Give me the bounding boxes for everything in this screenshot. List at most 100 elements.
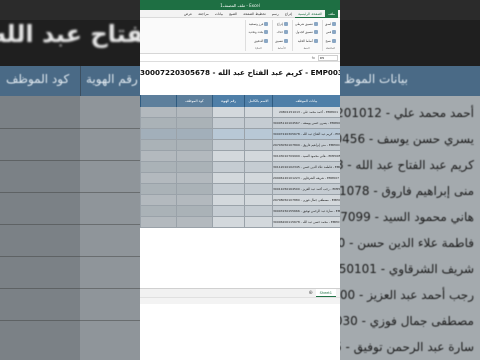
table-cell[interactable] [140, 206, 176, 216]
header-employee-code[interactable]: كود الموظف [176, 95, 212, 107]
tab-review[interactable]: مراجعة [195, 10, 212, 18]
table-cell[interactable] [244, 195, 272, 205]
background-right: بيانات الموظ أحمد محمد علي - 3051201012 … [340, 0, 480, 360]
table-cell[interactable] [244, 140, 272, 150]
table-cell[interactable]: شريف الشرقاوي - 29906120101223 - EMP007 [272, 173, 340, 183]
table-cell[interactable] [176, 140, 212, 150]
cut-button[interactable]: قص [325, 29, 336, 35]
add-sheet-icon[interactable]: ⊕ [308, 290, 312, 296]
table-cell[interactable]: رجب أحمد عبد العزيز - 30011050164500 - E… [272, 184, 340, 194]
tab-home[interactable]: الصفحة الرئيسية [295, 10, 326, 18]
table-cell[interactable]: أحمد محمد علي - 29801151013 - EMP001 [272, 107, 340, 117]
fx-icon[interactable]: fx [309, 56, 318, 60]
table-row[interactable]: رجب أحمد عبد العزيز - 30011050164500 - E… [140, 184, 340, 195]
insert-cells-button[interactable]: إدراج [275, 21, 289, 27]
table-cell[interactable] [244, 173, 272, 183]
cell-styles-button[interactable]: أنماط الخلية [295, 38, 318, 44]
table-row[interactable]: منى إبراهيم فاروق - 29703050107899 - EMP… [140, 140, 340, 151]
table-row[interactable]: فاطمة علاء الدين حسن - 30112010102345 - … [140, 162, 340, 173]
sort-filter-button[interactable]: فرز وتصفية [248, 21, 269, 27]
table-row[interactable]: يسري حسن يوسف - 30005110104567 - EMP002 [140, 118, 340, 129]
table-cell[interactable] [244, 162, 272, 172]
table-cell[interactable] [244, 184, 272, 194]
table-cell[interactable] [176, 151, 212, 161]
table-row[interactable]: شريف الشرقاوي - 29906120101223 - EMP007 [140, 173, 340, 184]
tab-formulas[interactable]: الصيغ [226, 10, 240, 18]
table-cell[interactable] [176, 195, 212, 205]
sheet-title-cell[interactable]: كريم عبد الفتاح عبد الله - 3000722030567… [140, 68, 340, 77]
table-row[interactable]: سارة عبد الرحمن توفيق - 30003150155666 -… [140, 206, 340, 217]
tab-insert[interactable]: إدراج [282, 10, 295, 18]
table-cell[interactable] [140, 195, 176, 205]
table-cell[interactable] [176, 107, 212, 117]
table-cell[interactable] [140, 118, 176, 128]
table-cell[interactable]: منى إبراهيم فاروق - 29703050107899 - EMP… [272, 140, 340, 150]
name-box[interactable]: D5 [318, 54, 338, 61]
table-cell[interactable]: كريم عبد الفتاح عبد الله - 3000722030567… [272, 129, 340, 139]
table-cell[interactable] [140, 217, 176, 227]
table-cell[interactable]: فاطمة علاء الدين حسن - 30112010102345 - … [272, 162, 340, 172]
table-cell[interactable] [176, 206, 212, 216]
table-cell[interactable] [140, 184, 176, 194]
header-empty[interactable] [140, 95, 176, 107]
table-row[interactable]: هاني محمود السيد - 30103010709999 - EMP0… [140, 151, 340, 162]
table-cell[interactable] [140, 107, 176, 117]
table-cell[interactable] [244, 118, 272, 128]
sheet-tab-sheet1[interactable]: Sheet1 [315, 289, 336, 297]
tab-data[interactable]: بيانات [212, 10, 226, 18]
table-cell[interactable] [176, 184, 212, 194]
background-ribbon [340, 0, 480, 20]
format-cells-button[interactable]: تنسيق [275, 38, 289, 44]
table-cell[interactable] [176, 217, 212, 227]
table-cell[interactable] [212, 217, 244, 227]
header-full-name[interactable]: الاسم بالكامل [244, 95, 272, 107]
table-row[interactable]: أحمد محمد علي - 29801151013 - EMP001 [140, 107, 340, 118]
table-cell[interactable] [212, 129, 244, 139]
table-row-selected[interactable]: كريم عبد الفتاح عبد الله - 3000722030567… [140, 129, 340, 140]
table-cell[interactable] [212, 162, 244, 172]
table-cell[interactable] [140, 173, 176, 183]
table-cell[interactable] [212, 118, 244, 128]
header-national-id[interactable]: رقم الهوية [212, 95, 244, 107]
table-cell[interactable] [176, 129, 212, 139]
table-cell[interactable] [212, 107, 244, 117]
table-cell[interactable] [244, 129, 272, 139]
table-cell[interactable] [244, 151, 272, 161]
table-cell[interactable] [212, 151, 244, 161]
table-cell[interactable] [140, 151, 176, 161]
table-cell[interactable] [212, 173, 244, 183]
table-cell[interactable] [212, 206, 244, 216]
find-select-button[interactable]: بحث وتحديد [248, 29, 269, 35]
table-cell[interactable] [140, 129, 176, 139]
tab-view[interactable]: عرض [181, 10, 195, 18]
table-cell[interactable]: سارة عبد الرحمن توفيق - 30003150155666 -… [272, 206, 340, 216]
table-row[interactable]: محمد حسن عبد الله - 30006200115678 - EMP… [140, 217, 340, 228]
table-cell[interactable] [140, 162, 176, 172]
analyze-button[interactable]: التدقيق [248, 38, 269, 44]
table-cell[interactable] [244, 217, 272, 227]
tab-draw[interactable]: رسم [269, 10, 282, 18]
table-cell[interactable] [212, 195, 244, 205]
table-cell[interactable]: محمد حسن عبد الله - 30006200115678 - EMP… [272, 217, 340, 227]
delete-cells-button[interactable]: حذف [275, 29, 289, 35]
table-cell[interactable]: يسري حسن يوسف - 30005110104567 - EMP002 [272, 118, 340, 128]
table-cell[interactable]: هاني محمود السيد - 30103010709999 - EMP0… [272, 151, 340, 161]
format-as-table-button[interactable]: تنسيق كجدول [295, 29, 318, 35]
table-cell[interactable] [244, 206, 272, 216]
table-cell[interactable] [140, 140, 176, 150]
analyze-label: التدقيق [254, 38, 264, 43]
tab-file[interactable]: ملف [325, 9, 338, 18]
table-cell[interactable]: مصطفى جمال فوزي - 29708050107880 - EMP00… [272, 195, 340, 205]
paste-button[interactable]: لصق [325, 21, 336, 27]
conditional-format-button[interactable]: تنسيق شرطي [295, 21, 318, 27]
table-cell[interactable] [176, 118, 212, 128]
table-row[interactable]: مصطفى جمال فوزي - 29708050107880 - EMP00… [140, 195, 340, 206]
table-cell[interactable] [176, 162, 212, 172]
table-cell[interactable] [212, 140, 244, 150]
copy-button[interactable]: نسخ [325, 38, 336, 44]
table-cell[interactable] [244, 107, 272, 117]
tab-page-layout[interactable]: تخطيط الصفحة [240, 10, 269, 18]
table-cell[interactable] [212, 184, 244, 194]
table-cell[interactable] [176, 173, 212, 183]
header-employee-data[interactable]: بيانات الموظف [272, 95, 340, 107]
